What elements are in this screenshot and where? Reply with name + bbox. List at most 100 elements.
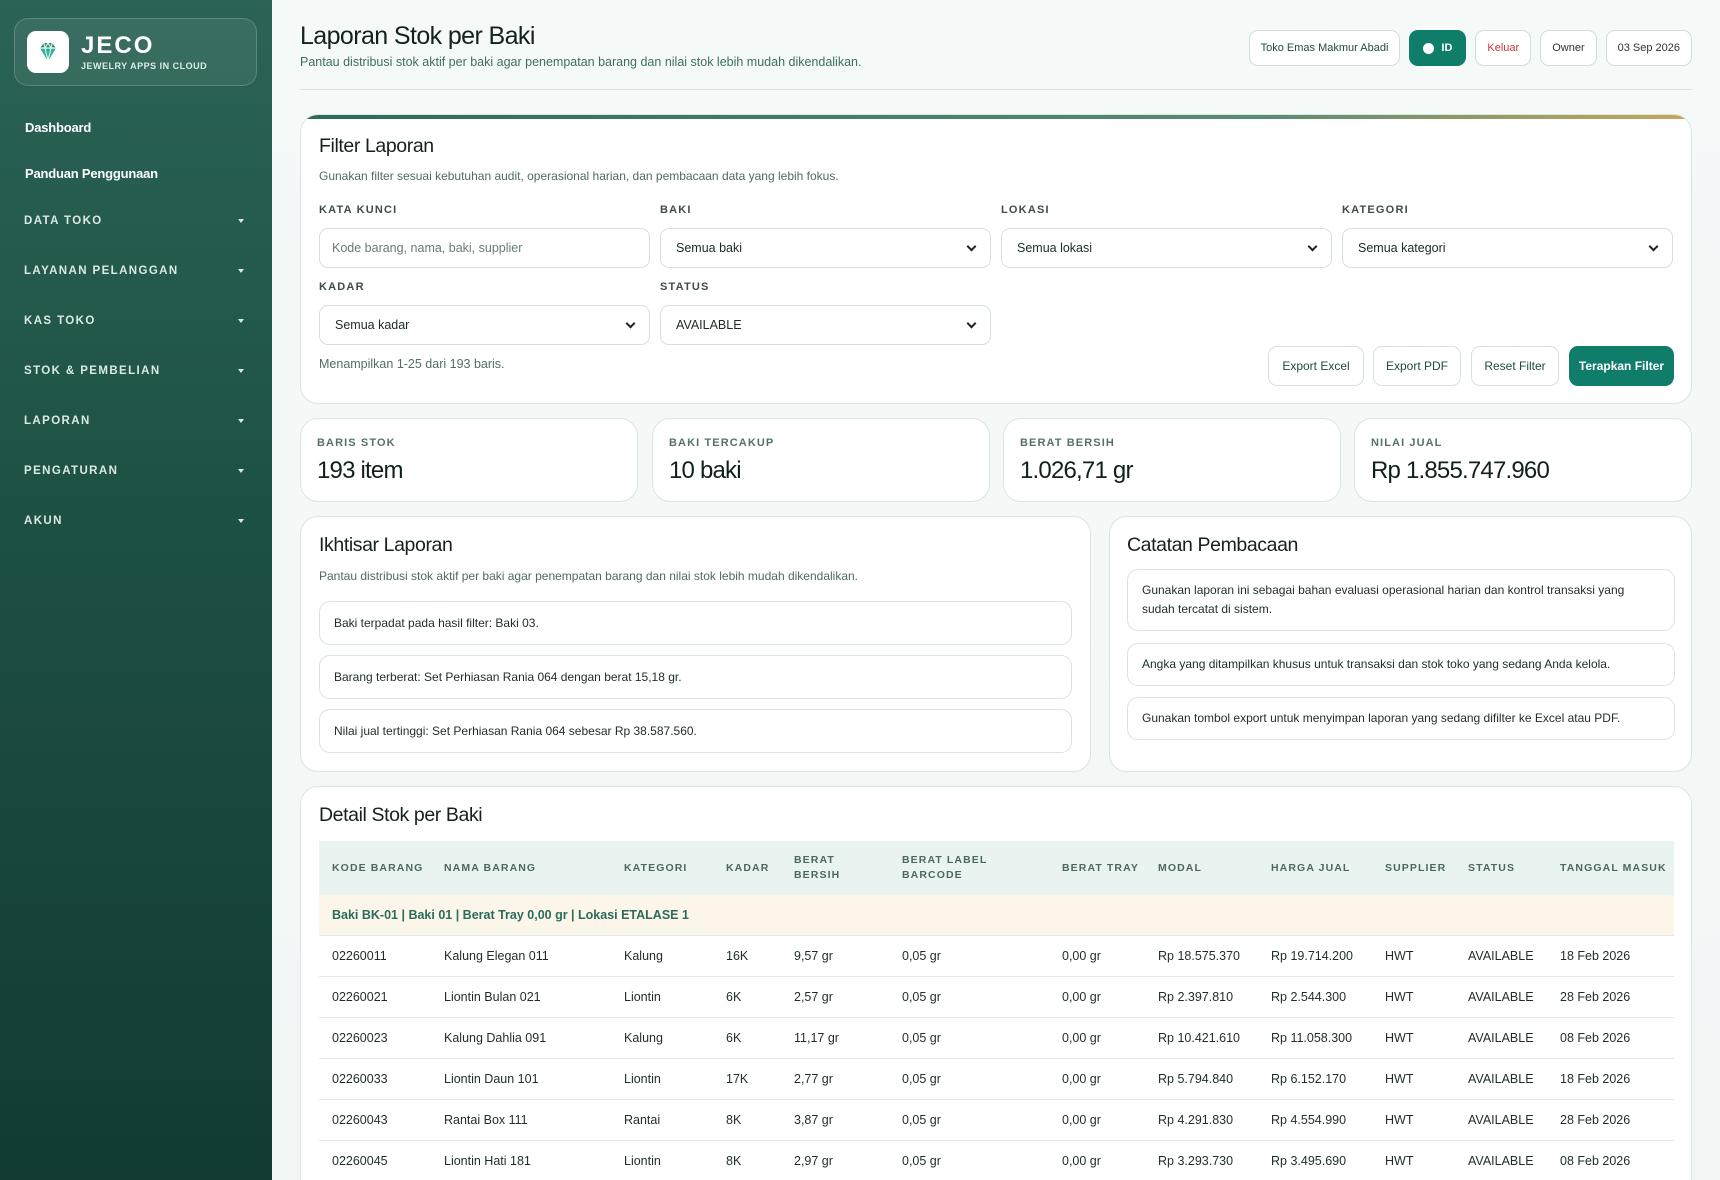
summary-description: Pantau distribusi stok aktif per baki ag… <box>319 569 859 583</box>
table-cell: Rp 19.714.200 <box>1258 935 1372 977</box>
sidebar-group-akun[interactable]: AKUN <box>0 496 272 546</box>
reset-filter-button[interactable]: Reset Filter <box>1471 346 1559 386</box>
page-subtitle: Pantau distribusi stok aktif per baki ag… <box>300 55 862 69</box>
table-cell: 6K <box>713 1017 781 1059</box>
column-header-harga-jual[interactable]: HARGA JUAL <box>1258 841 1372 895</box>
note-item: Angka yang ditampilkan khusus untuk tran… <box>1127 643 1675 686</box>
notes-card: Catatan Pembacaan Gunakan laporan ini se… <box>1109 516 1692 772</box>
table-cell: 08 Feb 2026 <box>1547 1017 1674 1059</box>
apply-filter-button[interactable]: Terapkan Filter <box>1569 346 1674 386</box>
column-header-kategori[interactable]: KATEGORI <box>611 841 713 895</box>
table-cell: 08 Feb 2026 <box>1547 1140 1674 1180</box>
baki-select[interactable]: Semua baki <box>660 228 991 268</box>
column-header-berat-tray[interactable]: BERAT TRAY <box>1049 841 1145 895</box>
status-select-value: AVAILABLE <box>676 318 742 332</box>
table-cell: 0,05 gr <box>889 1058 1049 1100</box>
logout-button[interactable]: Keluar <box>1475 30 1532 66</box>
table-cell: 02260043 <box>319 1099 431 1141</box>
baki-select-value: Semua baki <box>676 241 743 255</box>
baki-label: BAKI <box>660 204 692 216</box>
table-cell: AVAILABLE <box>1455 935 1547 977</box>
column-header-kadar[interactable]: KADAR <box>713 841 781 895</box>
language-toggle[interactable]: ID <box>1409 30 1467 66</box>
kadar-select-value: Semua kadar <box>335 318 410 332</box>
sidebar-item-dashboard[interactable]: Dashboard <box>0 104 272 150</box>
table-cell: Kalung <box>611 1017 713 1059</box>
sidebar-group-layanan-pelanggan[interactable]: LAYANAN PELANGGAN <box>0 246 272 296</box>
chevron-down-icon <box>1648 241 1659 251</box>
table-row[interactable]: 02260023 Kalung Dahlia 091 Kalung 6K 11,17 g… <box>319 1017 1674 1059</box>
table-cell: Kalung Elegan 011 <box>431 935 611 977</box>
kategori-select-value: Semua kategori <box>1358 241 1446 255</box>
summary-title: Ikhtisar Laporan <box>319 534 453 556</box>
table-cell: Liontin <box>611 1058 713 1100</box>
lokasi-select[interactable]: Semua lokasi <box>1001 228 1332 268</box>
card-accent-bar <box>301 115 1691 119</box>
kadar-select[interactable]: Semua kadar <box>319 305 650 345</box>
caret-down-icon <box>238 469 244 473</box>
column-header-status[interactable]: STATUS <box>1455 841 1547 895</box>
sidebar-nav: Dashboard Panduan Penggunaan DATA TOKO L… <box>0 104 272 546</box>
top-actions: Toko Emas Makmur Abadi ID Keluar Owner 0… <box>1248 30 1692 66</box>
stat-value: Rp 1.855.747.960 <box>1371 457 1550 484</box>
table-row[interactable]: 02260043 Rantai Box 111 Rantai 8K 3,87 gr 0,0… <box>319 1099 1674 1141</box>
table-row[interactable]: 02260011 Kalung Elegan 011 Kalung 16K 9,57 g… <box>319 935 1674 977</box>
table-cell: 0,00 gr <box>1049 935 1145 977</box>
table-cell: 2,77 gr <box>781 1058 889 1100</box>
brand[interactable]: JECO JEWELRY APPS IN CLOUD <box>14 18 257 86</box>
table-cell: Rp 4.554.990 <box>1258 1099 1372 1141</box>
sidebar-group-pengaturan[interactable]: PENGATURAN <box>0 446 272 496</box>
keyword-input[interactable]: Kode barang, nama, baki, supplier <box>319 228 650 268</box>
chevron-down-icon <box>966 241 977 251</box>
column-header-berat-label[interactable]: BERAT LABEL BARCODE <box>889 841 1049 895</box>
date-chip: 03 Sep 2026 <box>1605 30 1692 66</box>
column-header-tanggal-masuk[interactable]: TANGGAL MASUK <box>1547 841 1674 895</box>
kategori-select[interactable]: Semua kategori <box>1342 228 1673 268</box>
caret-down-icon <box>238 519 244 523</box>
stat-card-baki-tercakup: BAKI TERCAKUP 10 baki <box>652 418 990 502</box>
page-title: Laporan Stok per Baki <box>300 22 535 50</box>
table-cell: Rp 11.058.300 <box>1258 1017 1372 1059</box>
column-header-nama-barang[interactable]: NAMA BARANG <box>431 841 611 895</box>
caret-down-icon <box>238 269 244 273</box>
table-row[interactable]: 02260021 Liontin Bulan 021 Liontin 6K 2,57 g… <box>319 976 1674 1018</box>
note-item: Gunakan laporan ini sebagai bahan evalua… <box>1127 569 1675 631</box>
summary-card: Ikhtisar Laporan Pantau distribusi stok … <box>300 516 1091 772</box>
sidebar-group-stok-pembelian[interactable]: STOK & PEMBELIAN <box>0 346 272 396</box>
table-cell: 0,00 gr <box>1049 1058 1145 1100</box>
stat-label: NILAI JUAL <box>1371 437 1443 449</box>
column-header-kode-barang[interactable]: KODE BARANG <box>319 841 431 895</box>
sidebar-item-panduan[interactable]: Panduan Penggunaan <box>0 150 272 196</box>
sidebar-group-label: STOK & PEMBELIAN <box>24 365 161 377</box>
chevron-down-icon <box>966 318 977 328</box>
role-chip: Owner <box>1540 30 1597 66</box>
table-cell: Liontin Hati 181 <box>431 1140 611 1180</box>
summary-item: Baki terpadat pada hasil filter: Baki 03… <box>319 601 1072 645</box>
table-cell: Rantai Box 111 <box>431 1099 611 1141</box>
column-header-supplier[interactable]: SUPPLIER <box>1372 841 1455 895</box>
table-cell: Liontin Bulan 021 <box>431 976 611 1018</box>
export-excel-button[interactable]: Export Excel <box>1268 346 1364 386</box>
stat-label: BAKI TERCAKUP <box>669 437 775 449</box>
table-cell: AVAILABLE <box>1455 1140 1547 1180</box>
lokasi-label: LOKASI <box>1001 204 1050 216</box>
table-cell: 17K <box>713 1058 781 1100</box>
table-cell: Rp 18.575.370 <box>1145 935 1258 977</box>
sidebar-group-data-toko[interactable]: DATA TOKO <box>0 196 272 246</box>
column-header-modal[interactable]: MODAL <box>1145 841 1258 895</box>
summary-item: Barang terberat: Set Perhiasan Rania 064… <box>319 655 1072 699</box>
stat-value: 193 item <box>317 457 403 484</box>
table-row[interactable]: 02260033 Liontin Daun 101 Liontin 17K 2,77 g… <box>319 1058 1674 1100</box>
column-header-berat-bersih[interactable]: BERAT BERSIH <box>781 841 889 895</box>
export-pdf-button[interactable]: Export PDF <box>1373 346 1461 386</box>
table-cell: Rp 4.291.830 <box>1145 1099 1258 1141</box>
table-cell: HWT <box>1372 935 1455 977</box>
status-select[interactable]: AVAILABLE <box>660 305 991 345</box>
table-cell: 02260033 <box>319 1058 431 1100</box>
stat-label: BERAT BERSIH <box>1020 437 1115 449</box>
sidebar-group-laporan[interactable]: LAPORAN <box>0 396 272 446</box>
store-name-chip[interactable]: Toko Emas Makmur Abadi <box>1248 30 1401 66</box>
table-row[interactable]: 02260045 Liontin Hati 181 Liontin 8K 2,97 gr… <box>319 1140 1674 1180</box>
sidebar-group-kas-toko[interactable]: KAS TOKO <box>0 296 272 346</box>
table-cell: 02260021 <box>319 976 431 1018</box>
